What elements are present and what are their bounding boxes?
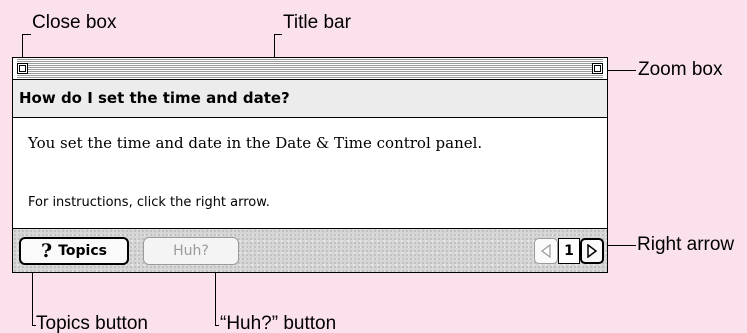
answer-panel: You set the time and date in the Date & … (13, 119, 607, 227)
callout-title-bar: Title bar (283, 12, 351, 33)
leader-huh-button-h (215, 325, 219, 326)
bottom-bar: ? Topics Huh? 1 (13, 228, 607, 272)
topics-button[interactable]: ? Topics (19, 237, 129, 265)
left-arrow-button[interactable] (534, 238, 558, 264)
leader-close-box-h (22, 34, 31, 35)
close-box-icon[interactable] (17, 63, 28, 74)
huh-button[interactable]: Huh? (143, 237, 239, 265)
question-mark-icon: ? (41, 240, 53, 262)
instruction-text: For instructions, click the right arrow. (28, 195, 270, 210)
answer-text: You set the time and date in the Date & … (28, 134, 483, 152)
callout-topics-button: Topics button (36, 313, 148, 333)
leader-topics-button-h (32, 325, 36, 326)
leader-title-bar-h (274, 34, 282, 35)
callout-huh-button: “Huh?” button (220, 313, 337, 333)
question-heading: How do I set the time and date? (13, 80, 607, 118)
topics-button-label: Topics (58, 243, 107, 259)
title-bar-right-cap (603, 58, 607, 79)
triangle-right-icon (587, 244, 597, 258)
title-bar[interactable] (13, 58, 607, 80)
help-window: How do I set the time and date? You set … (12, 57, 608, 273)
huh-button-label: Huh? (173, 243, 209, 259)
page-number: 1 (558, 238, 580, 264)
callout-close-box: Close box (32, 12, 117, 33)
zoom-box-icon[interactable] (592, 63, 603, 74)
callout-right-arrow: Right arrow (637, 234, 735, 255)
right-arrow-button[interactable] (580, 238, 604, 264)
callout-zoom-box: Zoom box (638, 59, 723, 80)
triangle-left-icon (541, 244, 551, 258)
